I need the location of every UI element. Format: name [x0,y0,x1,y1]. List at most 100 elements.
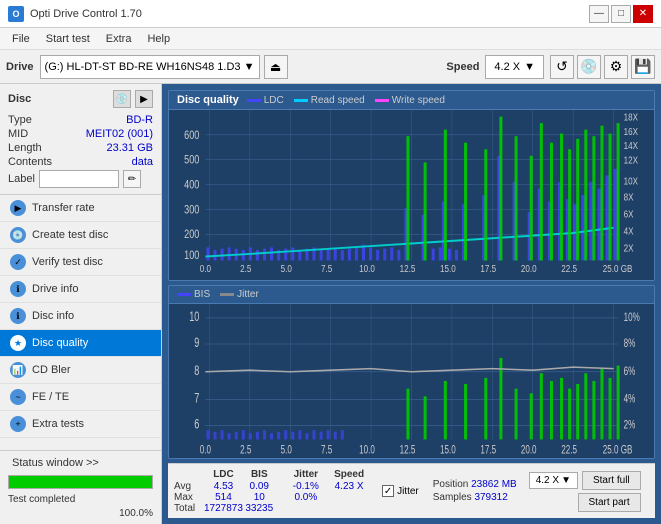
verify-test-disc-icon: ✓ [10,254,26,270]
titlebar-controls: — □ ✕ [589,5,653,23]
svg-text:2X: 2X [624,242,635,253]
sidebar-item-cd-bler[interactable]: 📊 CD Bler [0,357,161,384]
max-jitter: 0.0% [286,492,326,503]
main-layout: Disc 💿 ▶ Type BD-R MID MEIT02 (001) Leng… [0,84,661,524]
svg-text:7: 7 [194,391,199,406]
content-area: Disc quality LDC Read speed Write speed [162,84,661,524]
avg-jitter: -0.1% [286,481,326,492]
max-ldc: 514 [204,492,243,503]
legend-bis: BIS [177,289,210,300]
extra-tests-icon: + [10,416,26,432]
sidebar-item-drive-info[interactable]: ℹ Drive info [0,276,161,303]
svg-text:2.5: 2.5 [240,444,251,457]
sidebar-item-fe-te[interactable]: ~ FE / TE [0,384,161,411]
refresh-button[interactable]: ↺ [550,55,574,79]
disc-button[interactable]: 💿 [577,55,601,79]
maximize-button[interactable]: □ [611,5,631,23]
svg-text:22.5: 22.5 [561,444,577,457]
avg-speed: 4.23 X [326,481,372,492]
disc-section: Disc 💿 ▶ Type BD-R MID MEIT02 (001) Leng… [0,84,161,195]
disc-header: Disc 💿 ▶ [8,90,153,108]
progress-bar [8,475,153,489]
menubar: File Start test Extra Help [0,28,661,50]
sidebar-item-extra-tests[interactable]: + Extra tests [0,411,161,438]
status-window-button[interactable]: Status window >> [4,453,157,473]
speed-select-value: 4.2 X [536,475,559,486]
speed-btn-row: 4.2 X ▼ Start full [529,471,641,490]
drive-select: (G:) HL-DT-ST BD-RE WH16NS48 1.D3 ▼ ⏏ [40,55,441,79]
svg-text:10X: 10X [624,176,639,187]
svg-text:17.5: 17.5 [480,263,496,274]
minimize-button[interactable]: — [589,5,609,23]
start-part-button[interactable]: Start part [578,493,641,512]
avg-ldc: 4.53 [204,481,243,492]
sidebar-nav: ▶ Transfer rate 💿 Create test disc ✓ Ver… [0,195,161,438]
col-jitter: Jitter [286,468,326,481]
eject-button[interactable]: ⏏ [264,55,288,79]
action-section: 4.2 X ▼ Start full Start part [529,471,641,512]
jitter-checkbox[interactable]: ✓ [382,485,394,497]
progress-fill [9,476,152,488]
sidebar-item-disc-info[interactable]: ℹ Disc info [0,303,161,330]
menu-extra[interactable]: Extra [98,31,140,47]
svg-text:20.0: 20.0 [521,263,537,274]
disc-icon-1[interactable]: 💿 [113,90,131,108]
svg-text:10.0: 10.0 [359,263,375,274]
top-chart-area: 600 500 400 300 200 100 18X 16X 14X 12X … [169,110,654,280]
avg-bis: 0.09 [243,481,276,492]
close-button[interactable]: ✕ [633,5,653,23]
sidebar-item-disc-quality[interactable]: ★ Disc quality [0,330,161,357]
svg-text:12X: 12X [624,155,639,166]
sidebar-status: Status window >> Test completed 100.0% [0,438,161,524]
speed-dropdown[interactable]: 4.2 X ▼ [485,55,544,79]
svg-text:12.5: 12.5 [400,444,416,457]
label-input[interactable] [39,170,119,188]
menu-start-test[interactable]: Start test [38,31,98,47]
svg-text:600: 600 [184,129,199,142]
position-row: Position 23862 MB [433,479,517,490]
samples-value: 379312 [474,492,507,503]
sidebar-item-transfer-rate[interactable]: ▶ Transfer rate [0,195,161,222]
svg-text:20.0: 20.0 [521,444,537,457]
menu-file[interactable]: File [4,31,38,47]
label-edit-button[interactable]: ✏ [123,170,141,188]
col-sep [276,468,286,481]
position-info: Position 23862 MB Samples 379312 [433,479,517,503]
disc-icons: 💿 ▶ [113,90,153,108]
svg-text:12.5: 12.5 [400,263,416,274]
toolbar: Drive (G:) HL-DT-ST BD-RE WH16NS48 1.D3 … [0,50,661,84]
svg-text:8X: 8X [624,191,635,202]
sidebar-item-verify-test-disc[interactable]: ✓ Verify test disc [0,249,161,276]
total-jitter [286,503,326,514]
disc-icon-2[interactable]: ▶ [135,90,153,108]
total-label: Total [174,503,204,514]
drive-dropdown[interactable]: (G:) HL-DT-ST BD-RE WH16NS48 1.D3 ▼ [40,55,260,79]
svg-text:17.5: 17.5 [480,444,496,457]
cd-bler-icon: 📊 [10,362,26,378]
svg-text:10.0: 10.0 [359,444,375,457]
total-bis: 33235 [243,503,276,514]
bottom-chart-svg: 10 9 8 7 6 10% 8% 6% 4% 2% 0.0 2.5 5.0 7… [169,304,654,458]
fe-te-icon: ~ [10,389,26,405]
start-full-button[interactable]: Start full [582,471,641,490]
sidebar: Disc 💿 ▶ Type BD-R MID MEIT02 (001) Leng… [0,84,162,524]
max-bis: 10 [243,492,276,503]
sidebar-item-create-test-disc[interactable]: 💿 Create test disc [0,222,161,249]
speed-select[interactable]: 4.2 X ▼ [529,472,578,489]
drive-info-icon: ℹ [10,281,26,297]
settings-button[interactable]: ⚙ [604,55,628,79]
position-value: 23862 MB [471,479,517,490]
status-window-section: Status window >> Test completed 100.0% [0,450,161,524]
stats-row-total: Total 1727873 33235 [174,503,372,514]
col-empty [174,468,204,481]
col-bis: BIS [243,468,276,481]
svg-text:7.5: 7.5 [321,444,332,457]
svg-text:10: 10 [189,309,199,324]
save-button[interactable]: 💾 [631,55,655,79]
col-ldc: LDC [204,468,243,481]
total-ldc: 1727873 [204,503,243,514]
top-legend: LDC Read speed Write speed [247,95,445,106]
menu-help[interactable]: Help [139,31,178,47]
transfer-rate-icon: ▶ [10,200,26,216]
legend-read-speed: Read speed [294,95,365,106]
